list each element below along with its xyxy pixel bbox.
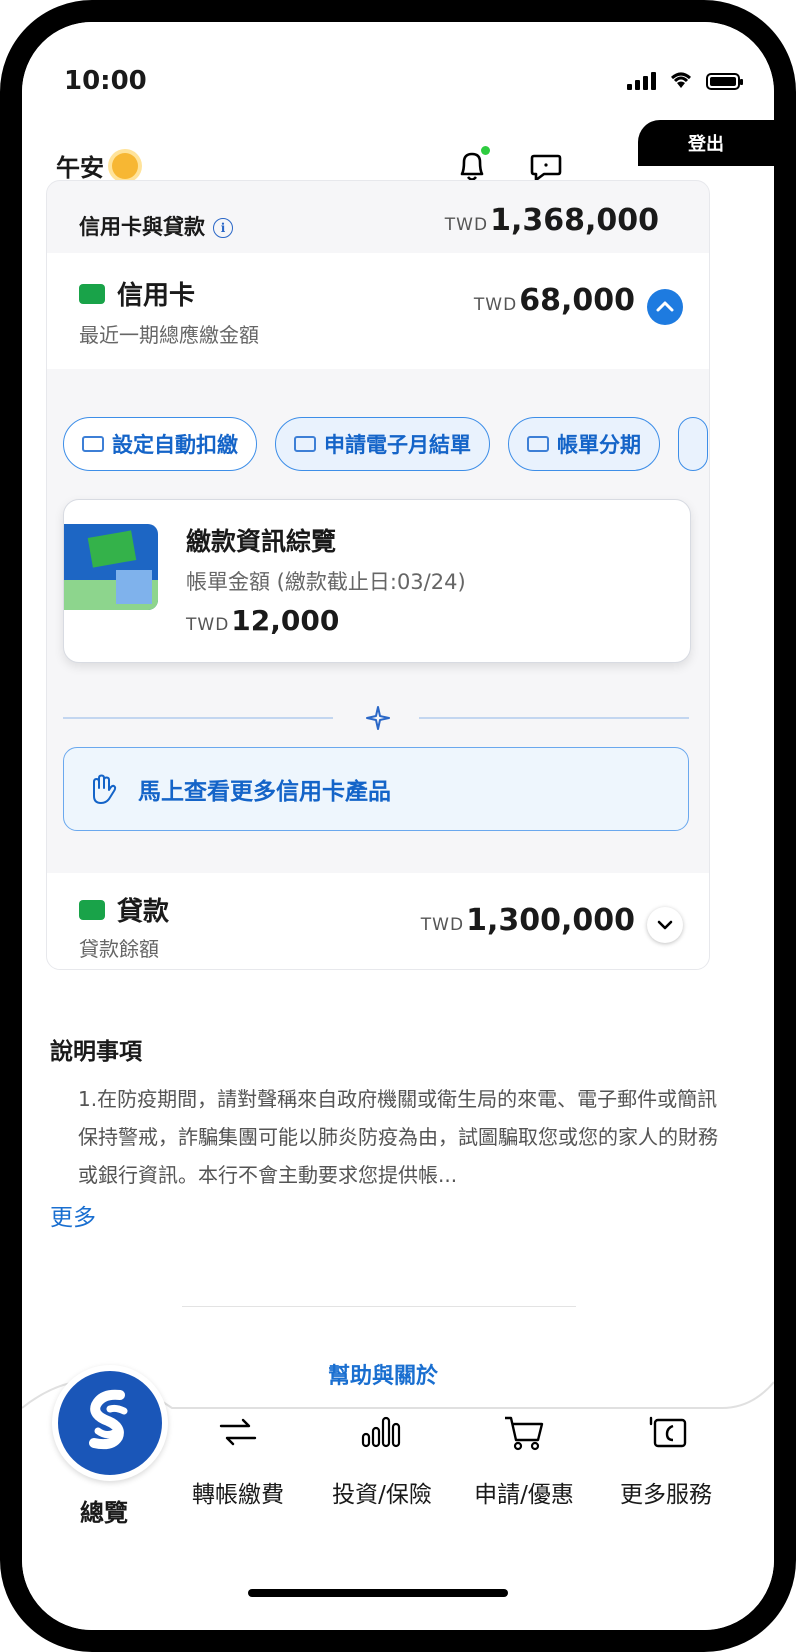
- divider-left: [63, 717, 333, 719]
- payment-card-amount: TWD12,000: [186, 604, 339, 637]
- more-link[interactable]: 更多: [50, 1198, 96, 1232]
- loan-icon: [79, 899, 105, 920]
- loan-header[interactable]: 貸款 貸款餘額 TWD1,300,000: [47, 873, 709, 969]
- notes-body: 1.在防疫期間，請對聲稱來自政府機關或衛生局的來電、電子郵件或簡訊保持警戒，詐騙…: [78, 1087, 718, 1187]
- separator: [182, 1306, 576, 1307]
- credit-card-header[interactable]: 信用卡 最近一期總應繳金額 TWD68,000: [47, 253, 709, 369]
- logout-button[interactable]: 登出: [638, 120, 774, 166]
- home-tab-button[interactable]: [52, 1365, 168, 1481]
- signal-icon: [627, 70, 656, 90]
- tab-invest[interactable]: 投資/保險: [312, 1407, 452, 1509]
- auto-debit-icon: [82, 436, 104, 452]
- greeting-text: 午安: [56, 154, 104, 182]
- promo-label: 馬上查看更多信用卡產品: [138, 779, 391, 805]
- expand-chevron-down-icon[interactable]: [647, 907, 683, 943]
- installment-label: 帳單分期: [557, 433, 641, 457]
- tab-more-services[interactable]: 更多服務: [596, 1407, 736, 1509]
- sun-icon: [112, 152, 138, 179]
- accounts-panel: 信用卡與貸款 i TWD1,368,000 信用卡 最近一期總應繳金額 TWD68…: [46, 180, 710, 970]
- summary-row: 信用卡與貸款 i TWD1,368,000: [47, 199, 709, 251]
- payment-amount-value: 12,000: [231, 604, 340, 637]
- loan-subtitle: 貸款餘額: [79, 937, 159, 961]
- summary-amount: TWD1,368,000: [445, 203, 659, 238]
- tab-more-services-label: 更多服務: [620, 1482, 712, 1508]
- battery-icon: [706, 73, 743, 90]
- divider-right: [419, 717, 689, 719]
- credit-card-currency: TWD: [473, 295, 518, 315]
- summary-amount-value: 1,368,000: [490, 203, 659, 238]
- loan-title-text: 貸款: [117, 897, 170, 927]
- installment-button[interactable]: 帳單分期: [508, 417, 660, 471]
- loan-title: 貸款: [79, 891, 169, 928]
- installment-icon: [527, 436, 549, 452]
- wifi-icon: [671, 72, 691, 88]
- more-actions-chip[interactable]: [678, 417, 708, 471]
- credit-card-amount: TWD68,000: [474, 283, 635, 318]
- transfer-icon: [219, 1418, 257, 1446]
- payment-overview-card[interactable]: 繳款資訊綜覽 帳單金額 (繳款截止日:03/24) TWD12,000: [63, 499, 691, 663]
- e-statement-label: 申請電子月結單: [324, 433, 471, 457]
- payment-currency: TWD: [186, 615, 230, 635]
- notes-title: 說明事項: [50, 1039, 142, 1065]
- credit-card-icon: [79, 283, 105, 304]
- home-tab-label[interactable]: 總覽: [56, 1493, 152, 1528]
- statement-icon: [294, 436, 316, 452]
- auto-debit-button[interactable]: 設定自動扣繳: [63, 417, 257, 471]
- tab-transfer[interactable]: 轉帳繳費: [168, 1407, 308, 1509]
- credit-card-title: 信用卡: [79, 275, 195, 312]
- credit-card-actions: 設定自動扣繳 申請電子月結單 帳單分期: [63, 417, 709, 475]
- home-indicator: [248, 1589, 508, 1597]
- auto-debit-label: 設定自動扣繳: [112, 433, 238, 457]
- status-time: 10:00: [64, 66, 147, 96]
- summary-currency: TWD: [444, 215, 489, 235]
- hand-wave-icon: [93, 774, 117, 804]
- greeting: 午安: [56, 148, 138, 183]
- payment-illustration: [64, 524, 158, 610]
- more-cards-promo-button[interactable]: 馬上查看更多信用卡產品: [63, 747, 689, 831]
- tab-invest-label: 投資/保險: [332, 1482, 432, 1508]
- e-statement-button[interactable]: 申請電子月結單: [275, 417, 490, 471]
- credit-card-title-text: 信用卡: [117, 281, 196, 311]
- bottom-tabbar: 總覽 轉帳繳費 投資/保險 申請/優惠 更多服務: [22, 1365, 774, 1607]
- payment-card-title: 繳款資訊綜覽: [186, 527, 337, 556]
- loan-amount-value: 1,300,000: [466, 903, 635, 938]
- collapse-chevron-up-icon[interactable]: [647, 289, 683, 325]
- credit-card-subtitle: 最近一期總應繳金額: [79, 323, 259, 347]
- sparkle-icon: [366, 706, 390, 730]
- summary-label-text: 信用卡與貸款: [79, 215, 205, 239]
- notification-dot: [481, 146, 490, 155]
- summary-label: 信用卡與貸款 i: [79, 211, 233, 241]
- chart-icon: [361, 1416, 401, 1448]
- payment-card-subtitle: 帳單金額 (繳款截止日:03/24): [186, 570, 466, 594]
- tab-apply-label: 申請/優惠: [474, 1482, 574, 1508]
- info-icon[interactable]: i: [213, 218, 233, 238]
- tab-apply[interactable]: 申請/優惠: [454, 1407, 594, 1509]
- status-icons: [627, 70, 743, 90]
- status-bar: 10:00: [22, 44, 774, 96]
- cart-icon: [505, 1416, 544, 1451]
- phone-frame: 10:00 午安 登出 信用卡與貸款 i TWD1,368,000 信用卡 最近…: [0, 0, 796, 1652]
- tab-transfer-label: 轉帳繳費: [192, 1482, 284, 1508]
- credit-card-amount-value: 68,000: [519, 283, 635, 318]
- more-services-icon: [649, 1416, 687, 1448]
- loan-amount: TWD1,300,000: [421, 903, 635, 938]
- bank-logo-icon: [89, 1389, 128, 1450]
- screen: 10:00 午安 登出 信用卡與貸款 i TWD1,368,000 信用卡 最近…: [22, 22, 774, 1630]
- loan-currency: TWD: [420, 915, 465, 935]
